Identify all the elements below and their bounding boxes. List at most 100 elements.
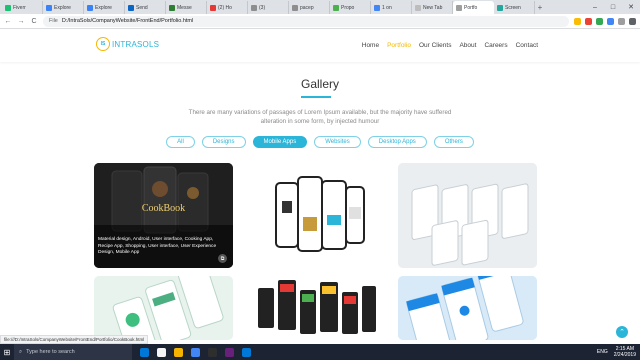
tab-favicon-icon	[46, 4, 52, 11]
browser-tab[interactable]: Fiverr	[2, 1, 43, 14]
browser-tab[interactable]: (3)	[248, 1, 289, 14]
browser-tab[interactable]: 1 on	[371, 1, 412, 14]
logo-text: INTRASOLS	[112, 39, 160, 49]
scroll-to-top-button[interactable]: ⌃	[616, 326, 628, 338]
nav-item-home[interactable]: Home	[362, 42, 379, 49]
address-bar: ← → C File D:/IntraSols/CompanyWebsite/F…	[0, 14, 640, 29]
extension-icon[interactable]	[607, 17, 614, 25]
taskbar-clock[interactable]: 2:15 AM 2/24/2019	[614, 346, 636, 358]
site-logo[interactable]: IS INTRASOLS	[96, 37, 159, 51]
new-tab-button[interactable]: +	[535, 1, 545, 14]
link-icon[interactable]: ⧉	[218, 254, 227, 263]
material-app-preview-image	[246, 276, 385, 340]
taskbar-search-placeholder: Type here to search	[26, 349, 75, 355]
taskbar-app-icon[interactable]	[174, 347, 183, 357]
filter-designs-button[interactable]: Designs	[201, 136, 246, 148]
tab-favicon-icon	[128, 4, 134, 11]
taskbar-app-icon[interactable]	[191, 347, 200, 357]
browser-tab[interactable]: Messe	[166, 1, 207, 14]
taskbar-search[interactable]: ⌕ Type here to search	[14, 344, 132, 360]
page-title: Gallery	[300, 77, 339, 91]
taskbar-app-icon[interactable]	[225, 347, 234, 357]
nav-item-careers[interactable]: Careers	[484, 42, 507, 49]
title-underline	[301, 96, 331, 98]
portfolio-card-green-app[interactable]	[94, 276, 233, 340]
clock-date: 2/24/2019	[613, 352, 636, 358]
gallery-filters: All Designs Mobile Apps Websites Desktop App…	[0, 136, 640, 148]
extension-icon[interactable]	[618, 17, 625, 25]
browser-tab[interactable]: Send	[125, 1, 166, 14]
tab-label: Messe	[177, 4, 192, 11]
reload-button[interactable]: C	[30, 18, 38, 25]
tab-label: (3)	[259, 4, 266, 11]
filter-mobile-apps-button[interactable]: Mobile Apps	[252, 136, 308, 148]
browser-tab-bar: Fiverr Explore Explore Send Messe (2) Ho (3) pa…	[0, 0, 640, 14]
tab-favicon-icon	[333, 4, 339, 11]
close-window-button[interactable]: ✕	[622, 0, 640, 14]
browser-tab[interactable]: Explore	[84, 1, 125, 14]
extension-icon[interactable]	[585, 17, 592, 25]
portfolio-card-blue-app[interactable]	[398, 276, 537, 340]
portfolio-card-shopping-app[interactable]	[246, 163, 385, 268]
taskbar-apps	[140, 347, 251, 357]
filter-all-button[interactable]: All	[166, 136, 195, 148]
taskbar-app-icon[interactable]	[157, 347, 166, 357]
maximize-button[interactable]: □	[604, 0, 622, 14]
browser-tab[interactable]: Screen	[494, 1, 535, 14]
forward-button[interactable]: →	[17, 18, 25, 25]
language-indicator[interactable]: ENG	[597, 349, 608, 355]
nav-item-portfolio[interactable]: Portfolio	[387, 42, 411, 49]
window-controls: – □ ✕	[586, 0, 640, 14]
extension-icon[interactable]	[596, 17, 603, 25]
portfolio-card-cookbook[interactable]: CookBook Material design, Android, User …	[94, 163, 233, 268]
tab-label: pacep	[300, 4, 314, 11]
tab-favicon-icon	[210, 4, 216, 11]
taskbar-app-icon[interactable]	[208, 347, 217, 357]
browser-tab[interactable]: (2) Ho	[207, 1, 248, 14]
blue-app-preview-image	[398, 276, 537, 340]
browser-tab[interactable]: Portfo	[453, 1, 494, 14]
tab-label: Screen	[505, 4, 521, 11]
tab-label: Portfo	[464, 4, 478, 11]
tab-label: New Tab	[423, 4, 443, 11]
tab-favicon-icon	[292, 4, 298, 11]
main-nav: Home Portfolio Our Clients About Careers Cont…	[362, 42, 538, 49]
url-input[interactable]: File D:/IntraSols/CompanyWebsite/FrontEn…	[43, 15, 569, 27]
tab-label: Send	[136, 4, 148, 11]
card-caption: Material design, Android, User interface…	[98, 237, 217, 255]
tab-favicon-icon	[374, 4, 380, 11]
minimize-button[interactable]: –	[586, 0, 604, 14]
tab-favicon-icon	[169, 4, 175, 11]
browser-tab[interactable]: Explore	[43, 1, 84, 14]
tab-favicon-icon	[5, 4, 11, 11]
tab-label: 1 on	[382, 4, 392, 11]
browser-tab[interactable]: New Tab	[412, 1, 453, 14]
site-header: IS INTRASOLS Home Portfolio Our Clients Abo…	[0, 30, 640, 62]
extension-icon[interactable]	[629, 17, 636, 25]
taskbar-app-icon[interactable]	[140, 347, 149, 357]
filter-others-button[interactable]: Others	[433, 136, 474, 148]
extensions-bar	[574, 17, 636, 25]
nav-item-our-clients[interactable]: Our Clients	[419, 42, 452, 49]
gallery-intro: There are many variations of passages of…	[188, 109, 452, 125]
status-link-preview: file:///D:/IntraSols/CompanyWebsite/Fron…	[0, 335, 149, 344]
browser-tab[interactable]: pacep	[289, 1, 330, 14]
tab-favicon-icon	[497, 4, 503, 11]
file-scheme-label: File	[49, 18, 58, 24]
extension-icon[interactable]	[574, 17, 581, 25]
windows-start-button[interactable]: ⊞	[0, 344, 14, 360]
filter-websites-button[interactable]: Websites	[314, 136, 361, 148]
card-overlay-title: CookBook	[141, 203, 186, 214]
portfolio-card-wireframe-app[interactable]	[398, 163, 537, 268]
tab-favicon-icon	[456, 4, 462, 11]
nav-item-contact[interactable]: Contact	[516, 42, 538, 49]
tab-label: Explore	[95, 4, 112, 11]
tab-favicon-icon	[415, 4, 421, 11]
back-button[interactable]: ←	[4, 18, 12, 25]
nav-item-about[interactable]: About	[459, 42, 476, 49]
portfolio-card-material-app[interactable]	[246, 276, 385, 340]
filter-desktop-apps-button[interactable]: Desktop Apps	[367, 136, 427, 148]
tab-label: (2) Ho	[218, 4, 232, 11]
browser-tab[interactable]: Propo	[330, 1, 371, 14]
taskbar-app-icon[interactable]	[242, 347, 251, 357]
